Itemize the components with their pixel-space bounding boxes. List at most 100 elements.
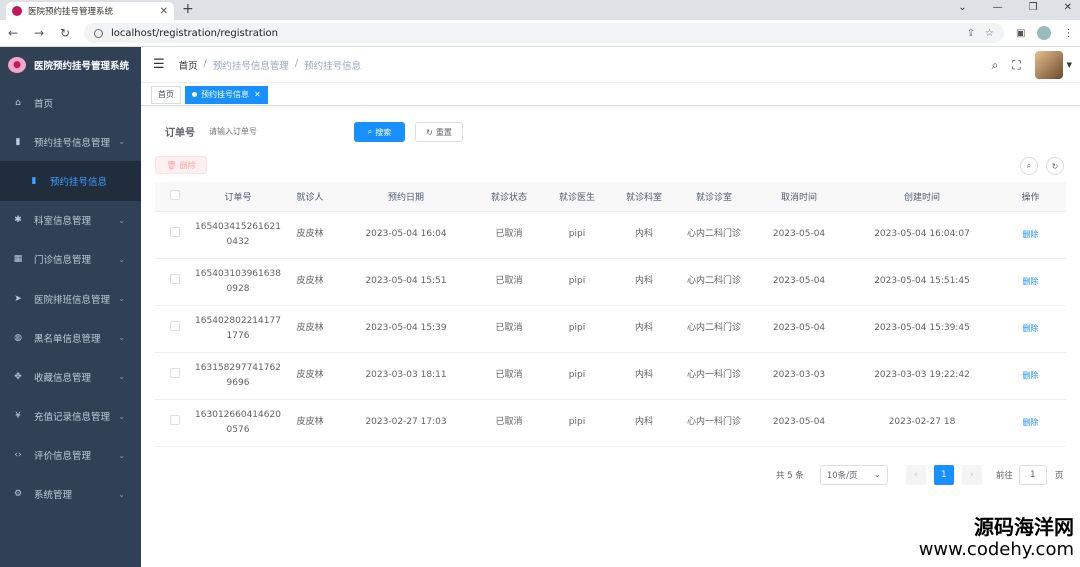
- total-count: 共 5 条: [776, 471, 804, 481]
- sidebar-item-10[interactable]: ⚙ 系统管理 ⌄: [0, 475, 141, 514]
- sidebar-item-label: 医院排班信息管理: [34, 294, 111, 306]
- row-checkbox[interactable]: [170, 414, 180, 425]
- row-checkbox[interactable]: [170, 226, 180, 237]
- menu-toggle-icon[interactable]: ☰: [153, 57, 165, 72]
- caret-down-icon[interactable]: ▼: [1067, 61, 1072, 69]
- goto-label: 前往: [995, 471, 1013, 481]
- tag-home[interactable]: 首页: [151, 85, 181, 104]
- next-page-button[interactable]: ›: [961, 465, 982, 485]
- select-all-checkbox[interactable]: [170, 189, 180, 200]
- col-status: 就诊状态: [473, 182, 545, 212]
- delete-row-button[interactable]: 删除: [1023, 418, 1039, 427]
- top-navbar: ☰ 首页 / 预约挂号信息管理 / 预约挂号信息 ⌕ ⛶ ▼: [141, 47, 1080, 83]
- forward-icon[interactable]: →: [26, 26, 52, 40]
- maximize-icon[interactable]: ❐: [1029, 2, 1038, 13]
- cell-status: 已取消: [473, 258, 545, 306]
- page-unit-label: 页: [1054, 471, 1064, 481]
- tag-label: 首页: [158, 90, 174, 99]
- table-row: 1654028022141771776 皮皮林 2023-05-04 15:39 已取…: [155, 305, 1066, 353]
- row-checkbox[interactable]: [170, 367, 180, 378]
- back-icon[interactable]: ←: [0, 26, 26, 40]
- sidebar-item-8[interactable]: ¥ 充值记录信息管理 ⌄: [0, 397, 141, 436]
- side-panel-icon[interactable]: ▣: [1016, 28, 1025, 39]
- user-avatar[interactable]: [1034, 51, 1063, 79]
- cell-cancel: 2023-05-04: [749, 305, 849, 353]
- toggle-search-icon[interactable]: ⌕: [1020, 157, 1038, 175]
- sidebar-item-label: 预约挂号信息管理: [34, 137, 111, 149]
- sidebar-item-label: 系统管理: [34, 490, 73, 502]
- close-window-icon[interactable]: ✕: [1064, 2, 1072, 13]
- select-cell[interactable]: [155, 352, 195, 400]
- cell-cancel: 2023-05-04: [749, 258, 849, 306]
- page-size-select[interactable]: 10条/页 ⌄: [819, 465, 888, 485]
- new-tab-button[interactable]: +: [182, 1, 194, 17]
- chevron-down-icon: ⌄: [118, 372, 125, 382]
- delete-row-button[interactable]: 删除: [1023, 230, 1039, 239]
- breadcrumb-home[interactable]: 首页: [179, 58, 198, 72]
- share-icon[interactable]: ⇪: [967, 28, 975, 39]
- col-cancel: 取消时间: [749, 182, 849, 212]
- delete-row-button[interactable]: 删除: [1023, 371, 1039, 380]
- browser-tab[interactable]: 医院预约挂号管理系统 ✕: [6, 2, 174, 20]
- tab-search-icon[interactable]: ⌄: [958, 2, 966, 13]
- row-checkbox[interactable]: [170, 320, 180, 331]
- refresh-table-icon[interactable]: ↻: [1046, 157, 1064, 175]
- code-icon: ‹›: [14, 450, 22, 461]
- url-field[interactable]: localhost/registration/registration ⇪ ☆: [84, 23, 1004, 43]
- search-button[interactable]: ⌕ 搜索: [354, 122, 405, 142]
- prev-page-button[interactable]: ‹: [905, 465, 926, 485]
- sidebar-item-1[interactable]: ▮ 预约挂号信息管理 ⌄: [0, 122, 141, 161]
- sidebar-item-label: 门诊信息管理: [34, 255, 92, 267]
- sidebar: ● 医院预约挂号管理系统 ⌂ 首页 ▮ 预约挂号信息管理 ⌄ ▮ 预约挂号信息 ✱ 科室信息管理…: [0, 47, 141, 567]
- select-cell[interactable]: [155, 399, 195, 447]
- cell-action: 删除: [995, 305, 1066, 353]
- sidebar-item-4[interactable]: ▦ 门诊信息管理 ⌄: [0, 240, 141, 279]
- sidebar-item-label: 收藏信息管理: [34, 372, 92, 384]
- cell-status: 已取消: [473, 352, 545, 400]
- cell-action: 删除: [995, 352, 1066, 400]
- browser-menu-icon[interactable]: ⋮: [1063, 28, 1073, 39]
- sidebar-item-9[interactable]: ‹› 评价信息管理 ⌄: [0, 436, 141, 475]
- cell-created: 2023-05-04 15:39:45: [849, 305, 995, 353]
- window-controls: ⌄ — ❐ ✕: [958, 2, 1072, 13]
- minimize-icon[interactable]: —: [993, 2, 1003, 13]
- cell-created: 2023-03-03 19:22:42: [849, 352, 995, 400]
- cell-action: 删除: [995, 399, 1066, 447]
- close-tab-icon[interactable]: ✕: [160, 6, 168, 17]
- globe-icon: ◍: [14, 332, 22, 343]
- reload-icon[interactable]: ↻: [52, 26, 78, 40]
- goto-page-input[interactable]: 1: [1018, 465, 1047, 485]
- order-no-input[interactable]: [205, 121, 340, 141]
- sidebar-item-0[interactable]: ⌂ 首页: [0, 83, 141, 122]
- chevron-down-icon: ⌄: [118, 489, 125, 499]
- batch-delete-button[interactable]: 🗑 删除: [155, 156, 207, 174]
- site-info-icon[interactable]: [94, 28, 103, 38]
- row-checkbox[interactable]: [170, 273, 180, 284]
- page-number-1[interactable]: 1: [933, 465, 954, 485]
- sidebar-item-5[interactable]: ➤ 医院排班信息管理 ⌄: [0, 279, 141, 318]
- gear-icon: ⚙: [13, 489, 23, 500]
- table-row: 1631582977417629696 皮皮林 2023-03-03 18:11 已取…: [155, 352, 1066, 400]
- cell-order: 1630126604146200576: [195, 399, 281, 447]
- sidebar-item-3[interactable]: ✱ 科室信息管理 ⌄: [0, 201, 141, 240]
- tag-registration[interactable]: 预约挂号信息 ✕: [185, 85, 268, 104]
- reset-button[interactable]: ↻ 重置: [415, 122, 463, 142]
- fullscreen-icon[interactable]: ⛶: [1012, 58, 1020, 73]
- search-icon[interactable]: ⌕: [991, 58, 998, 73]
- delete-row-button[interactable]: 删除: [1023, 324, 1039, 333]
- select-cell[interactable]: [155, 211, 195, 259]
- select-cell[interactable]: [155, 258, 195, 306]
- sidebar-item-6[interactable]: ◍ 黑名单信息管理 ⌄: [0, 318, 141, 357]
- reset-button-label: 重置: [435, 127, 452, 137]
- cell-created: 2023-02-27 18: [849, 399, 995, 447]
- cell-patient: 皮皮林: [281, 211, 339, 259]
- close-tag-icon[interactable]: ✕: [254, 90, 261, 99]
- delete-row-button[interactable]: 删除: [1023, 277, 1039, 286]
- select-all-cell[interactable]: [155, 182, 195, 212]
- sidebar-item-7[interactable]: ✥ 收藏信息管理 ⌄: [0, 357, 141, 396]
- bookmark-star-icon[interactable]: ☆: [985, 28, 994, 39]
- sidebar-item-2[interactable]: ▮ 预约挂号信息: [0, 161, 141, 201]
- profile-avatar-icon[interactable]: [1037, 26, 1052, 40]
- cell-room: 心内二科门诊: [679, 258, 749, 306]
- select-cell[interactable]: [155, 305, 195, 353]
